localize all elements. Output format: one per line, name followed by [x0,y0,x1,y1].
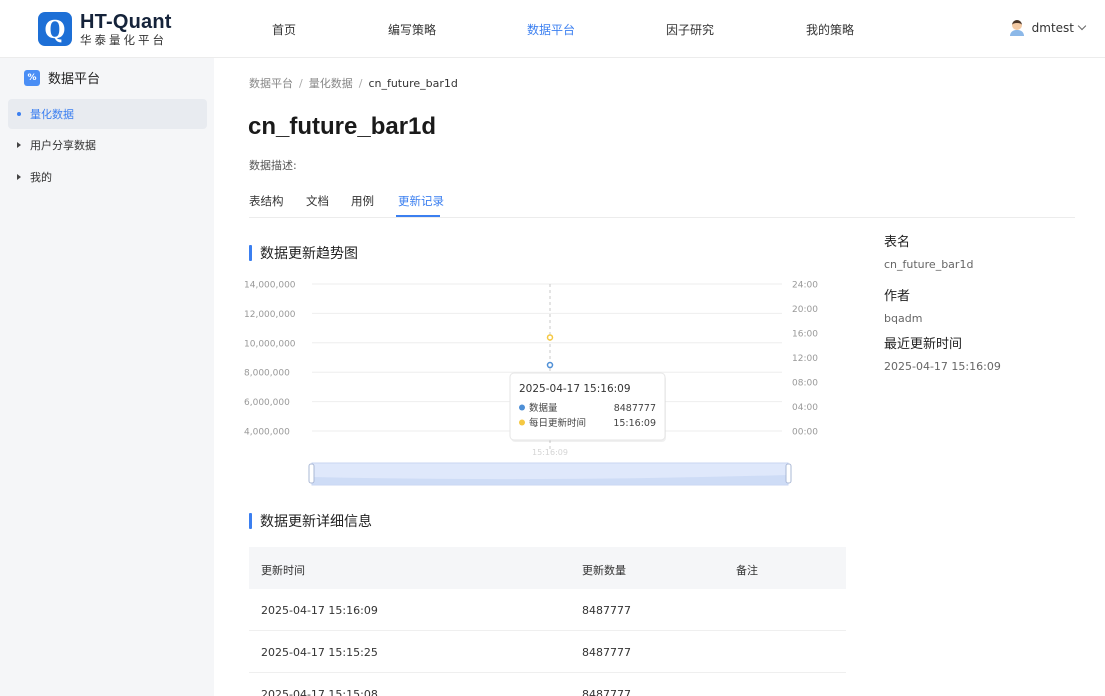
logo[interactable]: Q HT-Quant 华泰量化平台 [38,12,172,47]
sidebar-title-label: 数据平台 [48,72,101,87]
percent-icon: % [24,69,40,86]
tooltip-series-name: 每日更新时间 [529,417,586,429]
section-title-label: 数据更新详细信息 [260,514,372,530]
username: dmtest [1031,21,1074,35]
y-right-tick-label: 08:00 [792,379,818,389]
y-left-tick-label: 8,000,000 [244,369,290,379]
y-right-tick-label: 04:00 [792,403,818,413]
sidebar-item-user-shared-data[interactable]: 用户分享数据 [8,130,207,160]
cell-update-count: 8487777 [582,604,631,617]
section-accent-bar [249,245,252,261]
sidebar-item-label: 用户分享数据 [30,139,96,152]
y-left-tick-label: 14,000,000 [244,281,296,291]
sidebar-item-label: 量化数据 [30,108,74,121]
breadcrumb: 数据平台 / 量化数据 / cn_future_bar1d [249,77,458,90]
caret-right-icon [17,174,21,180]
cell-update-time: 2025-04-17 15:15:08 [261,688,378,696]
column-header-update-time[interactable]: 更新时间 [261,562,305,578]
info-label: 表名 [884,235,911,250]
tooltip-series-value: 8487777 [614,403,656,414]
logo-subtitle: 华泰量化平台 [80,33,167,47]
cell-update-count: 8487777 [582,688,631,696]
user-menu[interactable]: dmtest [1009,20,1087,36]
logo-mark-icon: Q [38,12,72,47]
sidebar: % 数据平台 量化数据 用户分享数据 我的 [0,58,214,696]
info-last-updated: 最近更新时间 2025-04-17 15:16:09 [884,333,1001,373]
nav-factor-research[interactable]: 因子研究 [666,21,714,38]
logo-text: HT-Quant 华泰量化平台 [80,12,172,47]
cell-update-time: 2025-04-17 15:15:25 [261,646,378,659]
zoom-handle-right [785,463,792,484]
info-value: cn_future_bar1d [884,258,974,271]
y-right-tick-label: 16:00 [792,330,818,340]
info-author: 作者 bqadm [884,285,922,325]
logo-title: HT-Quant [80,11,172,33]
column-header-update-count[interactable]: 更新数量 [582,562,626,578]
y-right-tick-label: 00:00 [792,428,818,438]
page-title: cn_future_bar1d [248,113,437,140]
tab-bar: 表结构 文档 用例 更新记录 [249,190,1075,218]
update-detail-table: 更新时间 更新数量 备注 2025-04-17 15:16:09 8487777… [249,547,846,696]
data-point-update-time [546,334,554,341]
sidebar-item-mine[interactable]: 我的 [8,162,207,192]
cell-update-count: 8487777 [582,646,631,659]
sidebar-item-label: 我的 [30,171,52,184]
nav-my-strategy[interactable]: 我的策略 [806,21,854,38]
tab-schema[interactable]: 表结构 [249,193,284,209]
y-right-tick-label: 12:00 [792,354,818,364]
info-label: 最近更新时间 [884,337,963,352]
nav-home[interactable]: 首页 [272,21,296,38]
legend-dot-icon [519,419,525,426]
breadcrumb-link-quant-data[interactable]: 量化数据 [309,77,353,90]
nav-write-strategy[interactable]: 编写策略 [388,21,436,38]
active-tab-indicator [396,215,440,217]
table-row: 2025-04-17 15:16:09 8487777 [249,589,846,631]
chevron-down-icon [1077,21,1087,31]
section-accent-bar [249,513,252,529]
y-left-tick-label: 4,000,000 [244,428,290,438]
data-point-count [546,361,554,369]
bullet-icon [17,112,21,116]
info-table-name: 表名 cn_future_bar1d [884,231,973,271]
trend-section-title: 数据更新趋势图 [249,243,358,263]
table-header-row: 更新时间 更新数量 备注 [249,547,846,589]
x-tick-label: 15:16:09 [532,448,568,457]
info-label: 作者 [884,289,911,304]
breadcrumb-link-data-platform[interactable]: 数据平台 [249,77,293,90]
y-left-tick-label: 6,000,000 [244,398,290,408]
info-value: 2025-04-17 15:16:09 [884,360,1001,373]
legend-dot-icon [519,404,525,411]
tab-examples[interactable]: 用例 [351,193,374,209]
data-description: 数据描述: [249,159,297,172]
column-header-remark[interactable]: 备注 [736,562,758,578]
zoom-handle-left [308,463,315,484]
y-right-tick-label: 24:00 [792,281,818,291]
table-row: 2025-04-17 15:15:08 8487777 [249,673,846,696]
cell-update-time: 2025-04-17 15:16:09 [261,604,378,617]
tab-update-log[interactable]: 更新记录 [398,193,444,209]
avatar-icon [1009,20,1025,36]
top-header: Q HT-Quant 华泰量化平台 首页 编写策略 数据平台 因子研究 我的策略… [0,0,1105,58]
table-row: 2025-04-17 15:15:25 8487777 [249,631,846,673]
tooltip-title: 2025-04-17 15:16:09 [519,383,631,395]
info-value: bqadm [884,312,923,325]
detail-section-title: 数据更新详细信息 [249,511,372,531]
tooltip-series-value: 15:16:09 [613,418,656,429]
nav-data-platform[interactable]: 数据平台 [527,21,575,38]
tab-docs[interactable]: 文档 [306,193,329,209]
update-trend-chart[interactable]: 14,000,000 12,000,000 10,000,000 8,000,000 6… [240,270,840,495]
y-right-tick-label: 20:00 [792,305,818,315]
sidebar-title: % 数据平台 [24,68,100,87]
breadcrumb-current: cn_future_bar1d [368,77,458,90]
sidebar-item-quant-data[interactable]: 量化数据 [8,99,207,129]
y-left-tick-label: 10,000,000 [244,339,296,349]
section-title-label: 数据更新趋势图 [260,246,358,262]
caret-right-icon [17,142,21,148]
y-left-tick-label: 12,000,000 [244,310,296,320]
tooltip-series-name: 数据量 [529,402,558,414]
